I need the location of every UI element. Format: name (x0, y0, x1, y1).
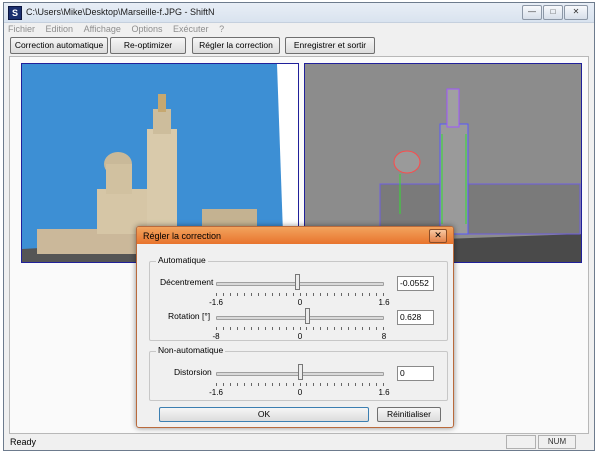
menu-fichier[interactable]: Fichier (4, 23, 39, 36)
title-bar[interactable]: S C:\Users\Mike\Desktop\Marseille-f.JPG … (4, 3, 594, 23)
auto-group-label: Automatique (156, 255, 208, 265)
rotation-label: Rotation [°] (168, 311, 211, 321)
menu-bar: Fichier Edition Affichage Options Exécut… (4, 23, 594, 36)
toolbar: Correction automatique Re-optimizer Régl… (4, 37, 594, 54)
rotation-mid: 0 (297, 332, 303, 341)
menu-options[interactable]: Options (127, 23, 166, 36)
dialog-title: Régler la correction (143, 231, 222, 241)
decentrement-input[interactable]: -0.0552 (397, 276, 434, 291)
rotation-min: -8 (212, 332, 220, 341)
status-text: Ready (10, 437, 37, 447)
rotation-thumb[interactable] (304, 308, 310, 324)
ok-button[interactable]: OK (159, 407, 369, 422)
decentrement-thumb[interactable] (295, 274, 301, 290)
distortion-label: Distorsion (174, 367, 212, 377)
status-pane (506, 435, 536, 449)
rotation-input[interactable]: 0.628 (397, 310, 434, 325)
distortion-max: 1.6 (378, 388, 390, 397)
adjust-correction-button[interactable]: Régler la correction (192, 37, 280, 54)
adjust-correction-dialog: Régler la correction ✕ Automatique Décen… (136, 226, 454, 428)
auto-correction-button[interactable]: Correction automatique (10, 37, 108, 54)
close-button[interactable]: ✕ (564, 5, 588, 20)
rotation-max: 8 (381, 332, 387, 341)
distortion-min: -1.6 (209, 388, 223, 397)
distortion-mid: 0 (297, 388, 303, 397)
reset-button[interactable]: Réinitialiser (377, 407, 441, 422)
dialog-title-bar[interactable]: Régler la correction ✕ (137, 227, 453, 244)
nonauto-group: Non-automatique Distorsion -1.6 0 1.6 0 (149, 345, 448, 401)
minimize-button[interactable]: — (522, 5, 542, 20)
menu-executer[interactable]: Exécuter (169, 23, 213, 36)
decentrement-label: Décentrement (160, 277, 214, 287)
maximize-button[interactable]: □ (543, 5, 563, 20)
distortion-thumb[interactable] (298, 364, 303, 380)
menu-edition[interactable]: Edition (42, 23, 78, 36)
decentrement-slider[interactable]: -1.6 0 1.6 (209, 272, 390, 307)
save-and-exit-button[interactable]: Enregistrer et sortir (285, 37, 375, 54)
num-lock-indicator: NUM (538, 435, 576, 449)
menu-affichage[interactable]: Affichage (80, 23, 125, 36)
distortion-input[interactable]: 0 (397, 366, 434, 381)
window-title: C:\Users\Mike\Desktop\Marseille-f.JPG - … (26, 7, 215, 17)
rotation-slider[interactable]: -8 0 8 (212, 306, 387, 341)
menu-help[interactable]: ? (215, 23, 228, 36)
app-icon: S (8, 6, 22, 20)
nonauto-group-label: Non-automatique (156, 345, 226, 355)
reoptimize-button[interactable]: Re-optimizer (110, 37, 186, 54)
distortion-slider[interactable]: -1.6 0 1.6 (209, 362, 390, 397)
dialog-close-button[interactable]: ✕ (429, 229, 447, 243)
status-bar: Ready NUM (4, 434, 594, 450)
auto-group: Automatique Décentrement -1.6 0 1.6 -0.0… (149, 255, 448, 341)
